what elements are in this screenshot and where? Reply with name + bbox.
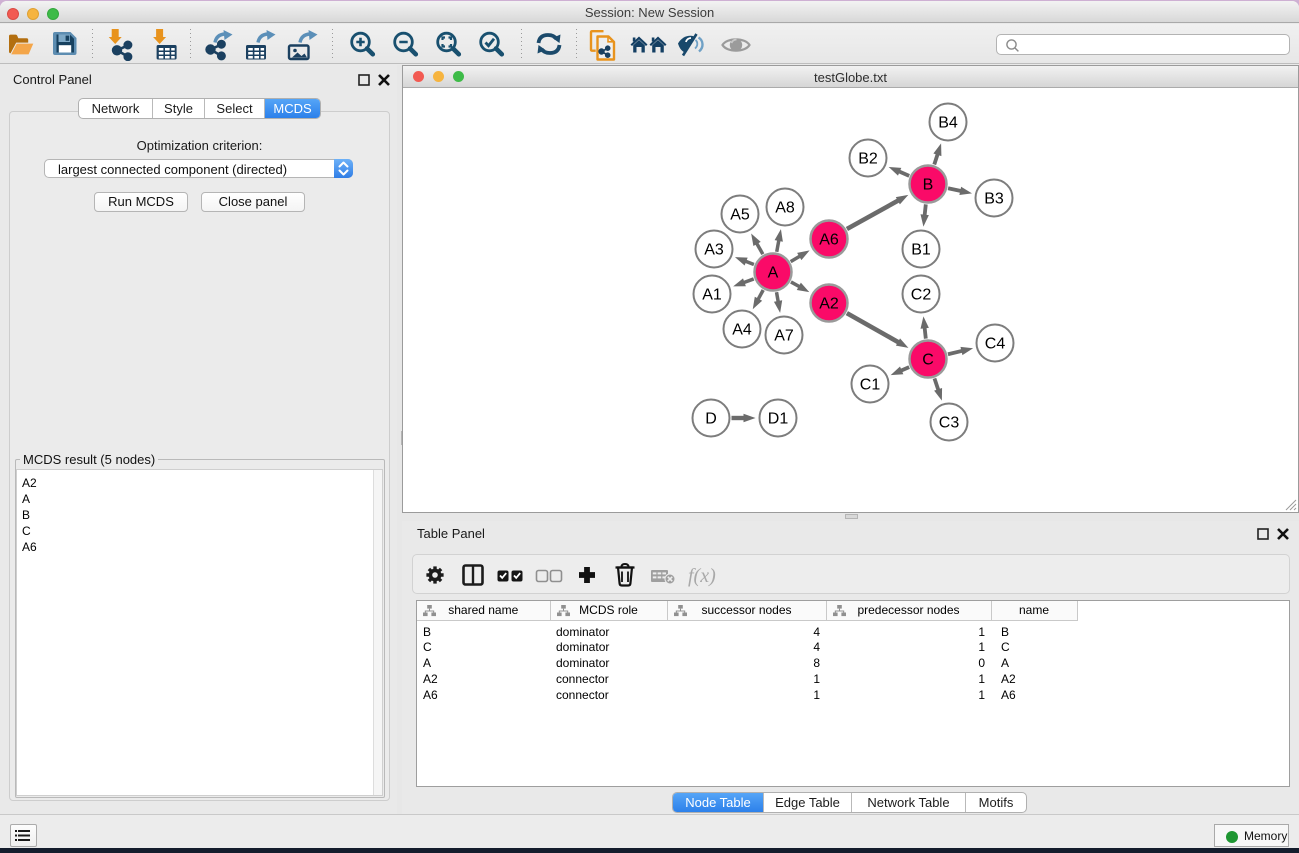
- svg-text:A3: A3: [704, 242, 724, 259]
- svg-text:A8: A8: [775, 200, 795, 217]
- svg-text:B1: B1: [911, 242, 931, 259]
- svg-text:A2: A2: [819, 296, 839, 313]
- svg-text:C4: C4: [985, 336, 1006, 353]
- svg-text:A5: A5: [730, 207, 750, 224]
- svg-text:C2: C2: [911, 287, 932, 304]
- svg-text:A4: A4: [732, 322, 752, 339]
- svg-text:B3: B3: [984, 191, 1004, 208]
- svg-text:C3: C3: [939, 415, 960, 432]
- svg-text:A7: A7: [774, 328, 794, 345]
- svg-text:A: A: [768, 265, 779, 282]
- svg-text:B: B: [923, 177, 934, 194]
- svg-text:A1: A1: [702, 287, 722, 304]
- svg-text:C1: C1: [860, 377, 881, 394]
- svg-text:C: C: [922, 352, 934, 369]
- svg-text:D1: D1: [768, 411, 789, 428]
- svg-text:B2: B2: [858, 151, 878, 168]
- svg-text:D: D: [705, 411, 717, 428]
- svg-text:B4: B4: [938, 115, 958, 132]
- svg-text:f(x): f(x): [688, 565, 716, 587]
- svg-text:A6: A6: [819, 232, 839, 249]
